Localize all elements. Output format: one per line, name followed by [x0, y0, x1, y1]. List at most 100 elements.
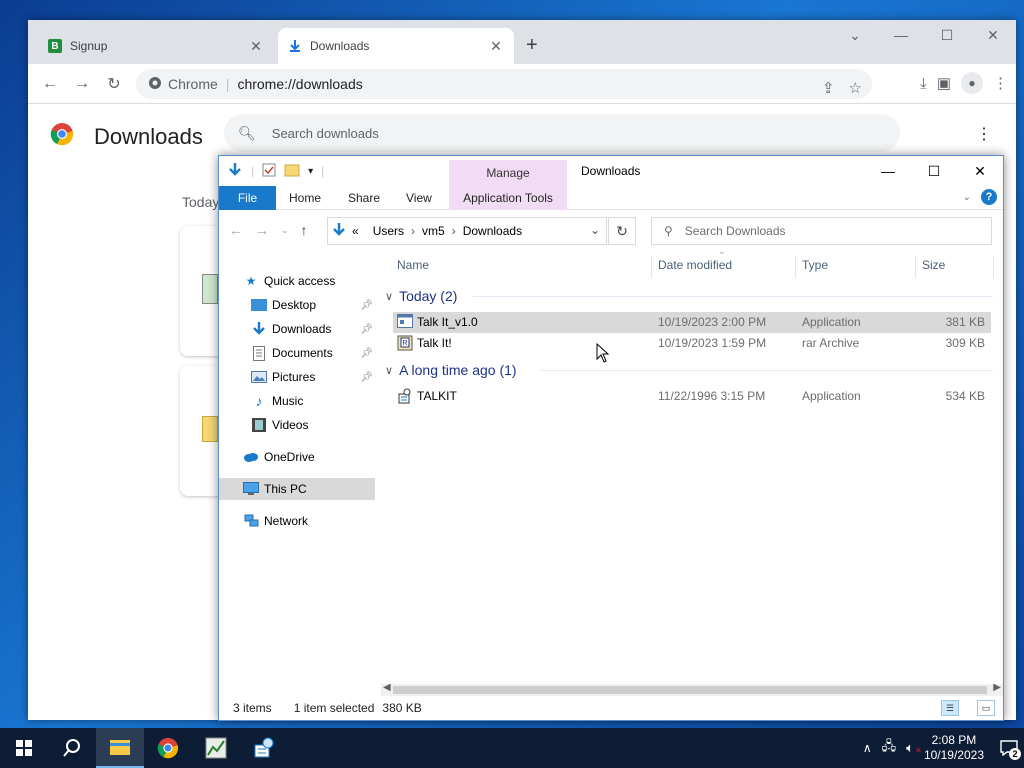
nav-network[interactable]: Network: [243, 510, 375, 532]
notifications-button[interactable]: 2: [994, 728, 1024, 768]
downloads-search-input[interactable]: 🔍︎ Search downloads: [224, 114, 900, 152]
details-view-icon[interactable]: ☰: [941, 700, 959, 716]
tab-close-icon[interactable]: ✕: [488, 38, 504, 55]
side-panel-icon[interactable]: ▣: [937, 74, 951, 92]
more-actions-icon[interactable]: ⋮: [976, 124, 992, 144]
chevron-right-icon[interactable]: ›: [452, 224, 456, 238]
close-button[interactable]: ✕: [970, 20, 1016, 50]
explorer-nav-buttons: ← → ⌄ ↑: [229, 222, 308, 238]
maximize-button[interactable]: ☐: [911, 156, 957, 186]
nav-this-pc[interactable]: This PC: [219, 478, 375, 500]
nav-desktop[interactable]: Desktop 📌︎: [251, 294, 375, 316]
new-tab-button[interactable]: +: [526, 34, 538, 57]
minimize-button[interactable]: —: [878, 20, 924, 50]
taskbar-chrome[interactable]: [144, 728, 192, 768]
downloads-icon[interactable]: ⤓: [920, 75, 927, 92]
ribbon-tab-view[interactable]: View: [406, 186, 432, 210]
column-header-size[interactable]: Size: [922, 252, 945, 278]
column-header-name[interactable]: Name: [397, 252, 429, 278]
chevron-right-icon[interactable]: ›: [411, 224, 415, 238]
up-arrow-icon[interactable]: ↑: [301, 222, 308, 238]
customize-qat-icon[interactable]: ▾: [308, 166, 313, 177]
large-icons-view-icon[interactable]: ▭: [977, 700, 995, 716]
ribbon-tab-home[interactable]: Home: [289, 186, 321, 210]
breadcrumb-downloads[interactable]: Downloads: [463, 224, 522, 238]
file-type: Application: [802, 389, 861, 403]
chevron-down-icon[interactable]: ⌄: [590, 223, 600, 237]
file-name: TALKIT: [417, 389, 457, 403]
search-button[interactable]: [48, 728, 96, 768]
expand-ribbon-icon[interactable]: ⌄: [963, 192, 971, 203]
help-icon[interactable]: ?: [981, 189, 997, 205]
close-button[interactable]: ✕: [957, 156, 1003, 186]
address-breadcrumb[interactable]: « Users › vm5 › Downloads ⌄: [327, 217, 607, 245]
horizontal-scrollbar[interactable]: ◀ ▶: [381, 682, 1003, 696]
column-divider[interactable]: [993, 256, 994, 278]
nav-label: Videos: [272, 418, 309, 432]
file-size: 534 KB: [945, 389, 985, 403]
nav-onedrive[interactable]: OneDrive: [243, 446, 375, 468]
file-row[interactable]: TALKIT 11/22/1996 3:15 PM Application 53…: [393, 386, 991, 407]
music-icon: ♪: [255, 393, 263, 409]
profile-avatar[interactable]: ●: [961, 72, 983, 94]
breadcrumb-users[interactable]: Users: [373, 224, 404, 238]
scrollbar-thumb[interactable]: [393, 686, 987, 694]
file-row[interactable]: R Talk It! 10/19/2023 1:59 PM rar Archiv…: [393, 333, 991, 354]
maximize-button[interactable]: ☐: [924, 20, 970, 50]
menu-kebab-icon[interactable]: ⋮: [993, 74, 1008, 92]
properties-icon[interactable]: [262, 163, 276, 180]
new-folder-icon[interactable]: [284, 163, 300, 180]
tab-downloads[interactable]: Downloads ✕: [278, 28, 514, 64]
explorer-search-input[interactable]: ⚲ Search Downloads: [651, 217, 992, 245]
nav-videos[interactable]: Videos: [251, 414, 375, 436]
taskbar-app-chart[interactable]: [192, 728, 240, 768]
column-divider[interactable]: [915, 256, 916, 278]
taskbar-talkit[interactable]: [240, 728, 288, 768]
ribbon-tab-file[interactable]: File: [219, 186, 276, 210]
nav-documents[interactable]: Documents 📌︎: [251, 342, 375, 364]
column-header-type[interactable]: Type: [802, 252, 828, 278]
notification-count: 2: [1009, 748, 1021, 760]
windows-logo-icon: [16, 740, 32, 756]
recent-locations-icon[interactable]: ⌄: [281, 225, 289, 238]
forward-arrow-icon[interactable]: →: [255, 222, 269, 238]
start-button[interactable]: [0, 728, 48, 768]
nav-quick-access[interactable]: ★ Quick access: [243, 270, 375, 292]
refresh-button[interactable]: ↻: [608, 217, 636, 245]
down-arrow-icon[interactable]: [227, 162, 243, 181]
address-bar[interactable]: Chrome | chrome://downloads ⇪ ☆: [136, 69, 872, 99]
tab-close-icon[interactable]: ✕: [248, 38, 264, 55]
nav-pictures[interactable]: Pictures 📌︎: [251, 366, 375, 388]
star-icon: ★: [245, 274, 257, 288]
back-button[interactable]: ←: [34, 75, 66, 93]
clock[interactable]: 2:08 PM 10/19/2023: [924, 733, 984, 763]
nav-music[interactable]: ♪ Music: [251, 390, 375, 412]
ribbon-tab-share[interactable]: Share: [348, 186, 380, 210]
tab-signup[interactable]: B Signup ✕: [38, 28, 274, 64]
ribbon-tab-application-tools[interactable]: Application Tools: [449, 186, 567, 210]
back-arrow-icon[interactable]: ←: [229, 222, 243, 238]
scroll-right-icon[interactable]: ▶: [993, 682, 1001, 693]
file-row[interactable]: Talk It_v1.0 10/19/2023 2:00 PM Applicat…: [393, 312, 991, 333]
bookmark-star-icon[interactable]: ☆: [849, 79, 862, 97]
column-divider[interactable]: [795, 256, 796, 278]
share-icon[interactable]: ⇪: [822, 79, 835, 97]
taskbar-file-explorer[interactable]: [96, 728, 144, 768]
taskbar: ∧ 🖧︎ 🔈︎ ✕ 2:08 PM 10/19/2023 2: [0, 728, 1024, 768]
network-icon: [243, 513, 259, 529]
tab-search-icon[interactable]: ⌄: [832, 20, 878, 50]
breadcrumb-vm5[interactable]: vm5: [422, 224, 445, 238]
column-divider[interactable]: [651, 256, 652, 278]
nav-downloads[interactable]: Downloads 📌︎: [251, 318, 375, 340]
scroll-left-icon[interactable]: ◀: [383, 682, 391, 693]
reload-button[interactable]: ↻: [98, 74, 130, 94]
breadcrumb-overflow[interactable]: «: [352, 224, 359, 238]
forward-button[interactable]: →: [66, 75, 98, 93]
minimize-button[interactable]: —: [865, 156, 911, 186]
volume-muted-icon[interactable]: 🔈︎ ✕: [906, 740, 922, 756]
group-header-today[interactable]: ∨ Today (2): [385, 286, 457, 306]
manage-tab[interactable]: Manage: [449, 166, 567, 180]
network-status-icon[interactable]: 🖧︎: [882, 737, 897, 759]
group-header-long-ago[interactable]: ∨ A long time ago (1): [385, 360, 517, 380]
chevron-up-icon[interactable]: ∧: [863, 741, 872, 755]
